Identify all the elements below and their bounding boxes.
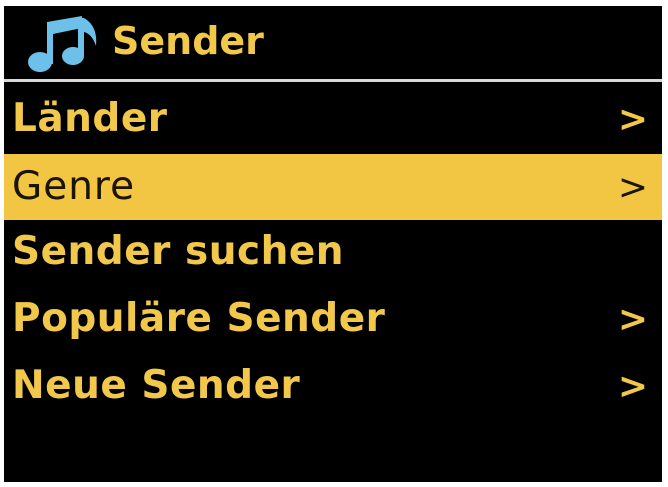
station-menu: Länder > Genre > Sender suchen Populäre … [4, 86, 662, 420]
menu-item-label: Sender suchen [12, 229, 345, 274]
chevron-right-icon: > [617, 366, 648, 407]
menu-item-label: Neue Sender [12, 363, 301, 408]
music-note-icon [26, 16, 106, 74]
menu-item-sender-suchen[interactable]: Sender suchen [4, 219, 662, 286]
menu-item-label: Populäre Sender [12, 296, 386, 341]
menu-item-neue-sender[interactable]: Neue Sender > [4, 353, 662, 420]
page-title: Sender [112, 19, 264, 63]
screen-header: Sender [4, 6, 662, 76]
chevron-right-icon: > [617, 299, 648, 340]
chevron-right-icon: > [617, 167, 648, 208]
menu-item-label: Länder [12, 96, 168, 141]
menu-item-laender[interactable]: Länder > [4, 86, 662, 153]
menu-item-populaere-sender[interactable]: Populäre Sender > [4, 286, 662, 353]
menu-item-label: Genre [12, 164, 136, 209]
menu-item-genre[interactable]: Genre > [4, 154, 662, 220]
radio-display-screen: Sender Länder > Genre > Sender suchen Po… [4, 6, 662, 482]
chevron-right-icon: > [617, 99, 648, 140]
header-divider [4, 79, 662, 82]
